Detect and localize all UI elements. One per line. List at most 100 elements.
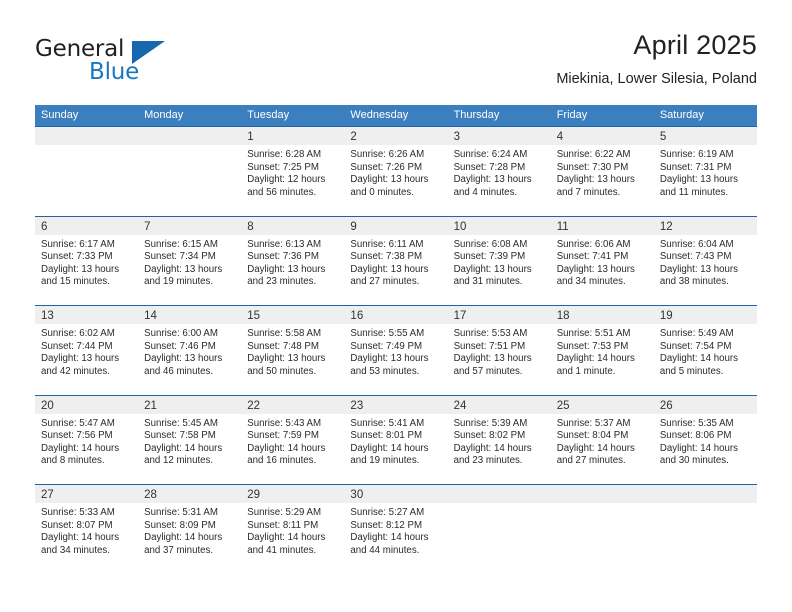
sunset-text: Sunset: 7:34 PM <box>144 251 216 263</box>
calendar-day-cell[interactable]: 2 Sunrise: 6:26 AM Sunset: 7:26 PM Daylight… <box>344 127 448 216</box>
day-number: 19 <box>659 310 673 322</box>
day-number: 4 <box>556 131 564 143</box>
daylight-text: Daylight: 13 hours and 53 minutes. <box>350 353 429 377</box>
day-sun-info: Sunrise: 5:31 AM Sunset: 8:09 PM Daylight:… <box>138 503 241 557</box>
calendar-day-cell[interactable]: 4 Sunrise: 6:22 AM Sunset: 7:30 PM Daylight… <box>550 127 654 216</box>
sunset-text: Sunset: 7:48 PM <box>247 340 319 352</box>
sunset-text: Sunset: 8:04 PM <box>556 430 629 442</box>
day-number: 28 <box>144 489 157 501</box>
calendar-day-cell[interactable]: 8 Sunrise: 6:13 AM Sunset: 7:36 PM Daylight… <box>241 216 345 305</box>
day-sun-info: Sunrise: 5:27 AM Sunset: 8:12 PM Daylight:… <box>344 503 447 557</box>
day-sun-info: Sunrise: 6:13 AM Sunset: 7:36 PM Daylight:… <box>241 235 344 289</box>
calendar-day-cell[interactable]: 7 Sunrise: 6:15 AM Sunset: 7:34 PM Daylight… <box>138 216 242 305</box>
sunrise-text: Sunrise: 6:22 AM <box>556 149 631 160</box>
day-sun-info: Sunrise: 5:47 AM Sunset: 7:56 PM Daylight:… <box>35 414 138 468</box>
day-number: 18 <box>556 310 570 322</box>
calendar-day-cell[interactable]: 23 Sunrise: 5:41 AM Sunset: 8:01 PM Dayligh… <box>344 395 448 484</box>
calendar-day-cell[interactable]: 13 Sunrise: 6:02 AM Sunset: 7:44 PM Dayligh… <box>35 306 139 395</box>
calendar-day-cell[interactable]: 9 Sunrise: 6:11 AM Sunset: 7:38 PM Daylight… <box>344 216 448 305</box>
calendar-day-cell[interactable]: 29 Sunrise: 5:29 AM Sunset: 8:11 PM Dayligh… <box>241 485 345 574</box>
daylight-text: Daylight: 13 hours and 38 minutes. <box>659 263 738 288</box>
sunrise-text: Sunrise: 5:41 AM <box>350 417 425 429</box>
daylight-text: Daylight: 13 hours and 19 minutes. <box>144 263 223 288</box>
day-number: 11 <box>556 220 569 233</box>
day-number-strip <box>447 485 551 503</box>
day-sun-info: Sunrise: 5:33 AM Sunset: 8:07 PM Daylight:… <box>35 503 138 557</box>
day-number: 2 <box>350 131 357 143</box>
day-sun-info: Sunrise: 5:49 AM Sunset: 7:54 PM Daylight:… <box>654 324 757 378</box>
calendar-day-cell[interactable]: 26 Sunrise: 5:35 AM Sunset: 8:06 PM Dayligh… <box>653 395 757 484</box>
day-number-strip: 13 <box>35 306 139 324</box>
day-sun-info: Sunrise: 6:08 AM Sunset: 7:39 PM Daylight:… <box>448 235 551 289</box>
day-sun-info: Sunrise: 5:29 AM Sunset: 8:11 PM Daylight:… <box>241 503 344 557</box>
daylight-text: Daylight: 14 hours and 30 minutes. <box>659 442 738 467</box>
sunset-text: Sunset: 7:36 PM <box>247 251 319 263</box>
day-number: 17 <box>453 310 467 322</box>
day-sun-info: Sunrise: 5:45 AM Sunset: 7:58 PM Daylight:… <box>138 414 241 468</box>
calendar-day-cell[interactable]: 3 Sunrise: 6:24 AM Sunset: 7:28 PM Daylight… <box>447 127 551 216</box>
daylight-text: Daylight: 14 hours and 27 minutes. <box>556 442 635 467</box>
sunrise-text: Sunrise: 6:11 AM <box>350 238 424 250</box>
calendar-day-cell[interactable]: 22 Sunrise: 5:43 AM Sunset: 7:59 PM Dayligh… <box>241 395 345 484</box>
calendar-day-cell[interactable]: 28 Sunrise: 5:31 AM Sunset: 8:09 PM Dayligh… <box>138 485 242 574</box>
day-number: 22 <box>247 399 261 412</box>
calendar-day-cell[interactable]: 5 Sunrise: 6:19 AM Sunset: 7:31 PM Daylight… <box>653 127 757 216</box>
day-number: 20 <box>41 399 54 412</box>
calendar-day-cell[interactable]: 10 Sunrise: 6:08 AM Sunset: 7:39 PM Dayligh… <box>447 216 551 305</box>
day-number-strip: 22 <box>241 395 345 414</box>
day-number-strip <box>138 127 242 145</box>
sunset-text: Sunset: 7:30 PM <box>556 161 629 173</box>
sunset-text: Sunset: 8:07 PM <box>41 519 113 531</box>
daylight-text: Daylight: 13 hours and 11 minutes. <box>659 174 738 198</box>
calendar-day-cell[interactable]: 12 Sunrise: 6:04 AM Sunset: 7:43 PM Dayligh… <box>653 216 757 305</box>
calendar-day-cell[interactable]: 16 Sunrise: 5:55 AM Sunset: 7:49 PM Dayligh… <box>344 306 448 395</box>
day-number-strip <box>653 485 757 503</box>
sunset-text: Sunset: 7:31 PM <box>659 161 732 173</box>
day-number: 1 <box>247 131 254 143</box>
day-number: 29 <box>247 489 261 501</box>
calendar-week-row: 20 Sunrise: 5:47 AM Sunset: 7:56 PM Dayligh… <box>35 394 757 484</box>
sunrise-text: Sunrise: 5:39 AM <box>453 417 528 429</box>
calendar-day-cell[interactable]: 15 Sunrise: 5:58 AM Sunset: 7:48 PM Dayligh… <box>241 306 345 395</box>
calendar-week-row: 13 Sunrise: 6:02 AM Sunset: 7:44 PM Dayligh… <box>35 305 757 395</box>
calendar-day-cell[interactable]: 6 Sunrise: 6:17 AM Sunset: 7:33 PM Daylight… <box>35 216 139 305</box>
sunset-text: Sunset: 7:59 PM <box>247 430 319 442</box>
daylight-text: Daylight: 13 hours and 31 minutes. <box>453 263 532 288</box>
calendar-day-cell[interactable]: 21 Sunrise: 5:45 AM Sunset: 7:58 PM Dayligh… <box>138 395 242 484</box>
calendar-day-cell[interactable]: 11 Sunrise: 6:06 AM Sunset: 7:41 PM Dayligh… <box>550 216 654 305</box>
day-sun-info: Sunrise: 6:15 AM Sunset: 7:34 PM Daylight:… <box>138 235 241 289</box>
sunrise-text: Sunrise: 5:43 AM <box>247 417 322 429</box>
daylight-text: Daylight: 14 hours and 23 minutes. <box>453 442 532 467</box>
sunrise-text: Sunrise: 6:15 AM <box>144 238 218 250</box>
calendar-day-cell[interactable]: 17 Sunrise: 5:53 AM Sunset: 7:51 PM Dayligh… <box>447 306 551 395</box>
daylight-text: Daylight: 13 hours and 23 minutes. <box>247 263 326 288</box>
calendar-day-cell[interactable]: 20 Sunrise: 5:47 AM Sunset: 7:56 PM Dayligh… <box>35 395 139 484</box>
calendar-day-cell[interactable]: 24 Sunrise: 5:39 AM Sunset: 8:02 PM Dayligh… <box>447 395 551 484</box>
calendar-day-cell-empty <box>550 485 654 574</box>
calendar-day-cell[interactable]: 1 Sunrise: 6:28 AM Sunset: 7:25 PM Daylight… <box>241 127 345 216</box>
day-sun-info: Sunrise: 6:28 AM Sunset: 7:25 PM Daylight:… <box>241 145 344 199</box>
daylight-text: Daylight: 14 hours and 8 minutes. <box>41 442 120 467</box>
sunrise-text: Sunrise: 5:33 AM <box>41 507 115 518</box>
calendar-day-cell[interactable]: 30 Sunrise: 5:27 AM Sunset: 8:12 PM Dayligh… <box>344 485 448 574</box>
sunset-text: Sunset: 8:11 PM <box>247 519 319 531</box>
calendar-day-cell[interactable]: 19 Sunrise: 5:49 AM Sunset: 7:54 PM Dayligh… <box>653 306 757 395</box>
general-blue-logo[interactable]: General Blue <box>35 36 245 85</box>
sunset-text: Sunset: 8:01 PM <box>350 430 423 442</box>
day-number: 26 <box>659 399 673 412</box>
calendar-day-cell[interactable]: 18 Sunrise: 5:51 AM Sunset: 7:53 PM Dayligh… <box>550 306 654 395</box>
day-number-strip: 15 <box>241 306 345 324</box>
sunset-text: Sunset: 7:41 PM <box>556 251 629 263</box>
day-sun-info: Sunrise: 5:51 AM Sunset: 7:53 PM Daylight:… <box>551 324 654 378</box>
day-sun-info: Sunrise: 6:26 AM Sunset: 7:26 PM Daylight:… <box>344 145 447 199</box>
day-number-strip: 8 <box>241 216 345 235</box>
calendar-day-cell[interactable]: 27 Sunrise: 5:33 AM Sunset: 8:07 PM Dayligh… <box>35 485 139 574</box>
sunrise-text: Sunrise: 5:47 AM <box>41 417 115 429</box>
sunset-text: Sunset: 7:49 PM <box>350 340 423 352</box>
day-number: 14 <box>144 310 157 322</box>
calendar-day-cell[interactable]: 14 Sunrise: 6:00 AM Sunset: 7:46 PM Dayligh… <box>138 306 242 395</box>
weekday-header-thursday: Thursday <box>453 109 500 121</box>
day-number-strip: 20 <box>35 395 139 414</box>
calendar-day-cell[interactable]: 25 Sunrise: 5:37 AM Sunset: 8:04 PM Dayligh… <box>550 395 654 484</box>
daylight-text: Daylight: 14 hours and 37 minutes. <box>144 532 223 556</box>
